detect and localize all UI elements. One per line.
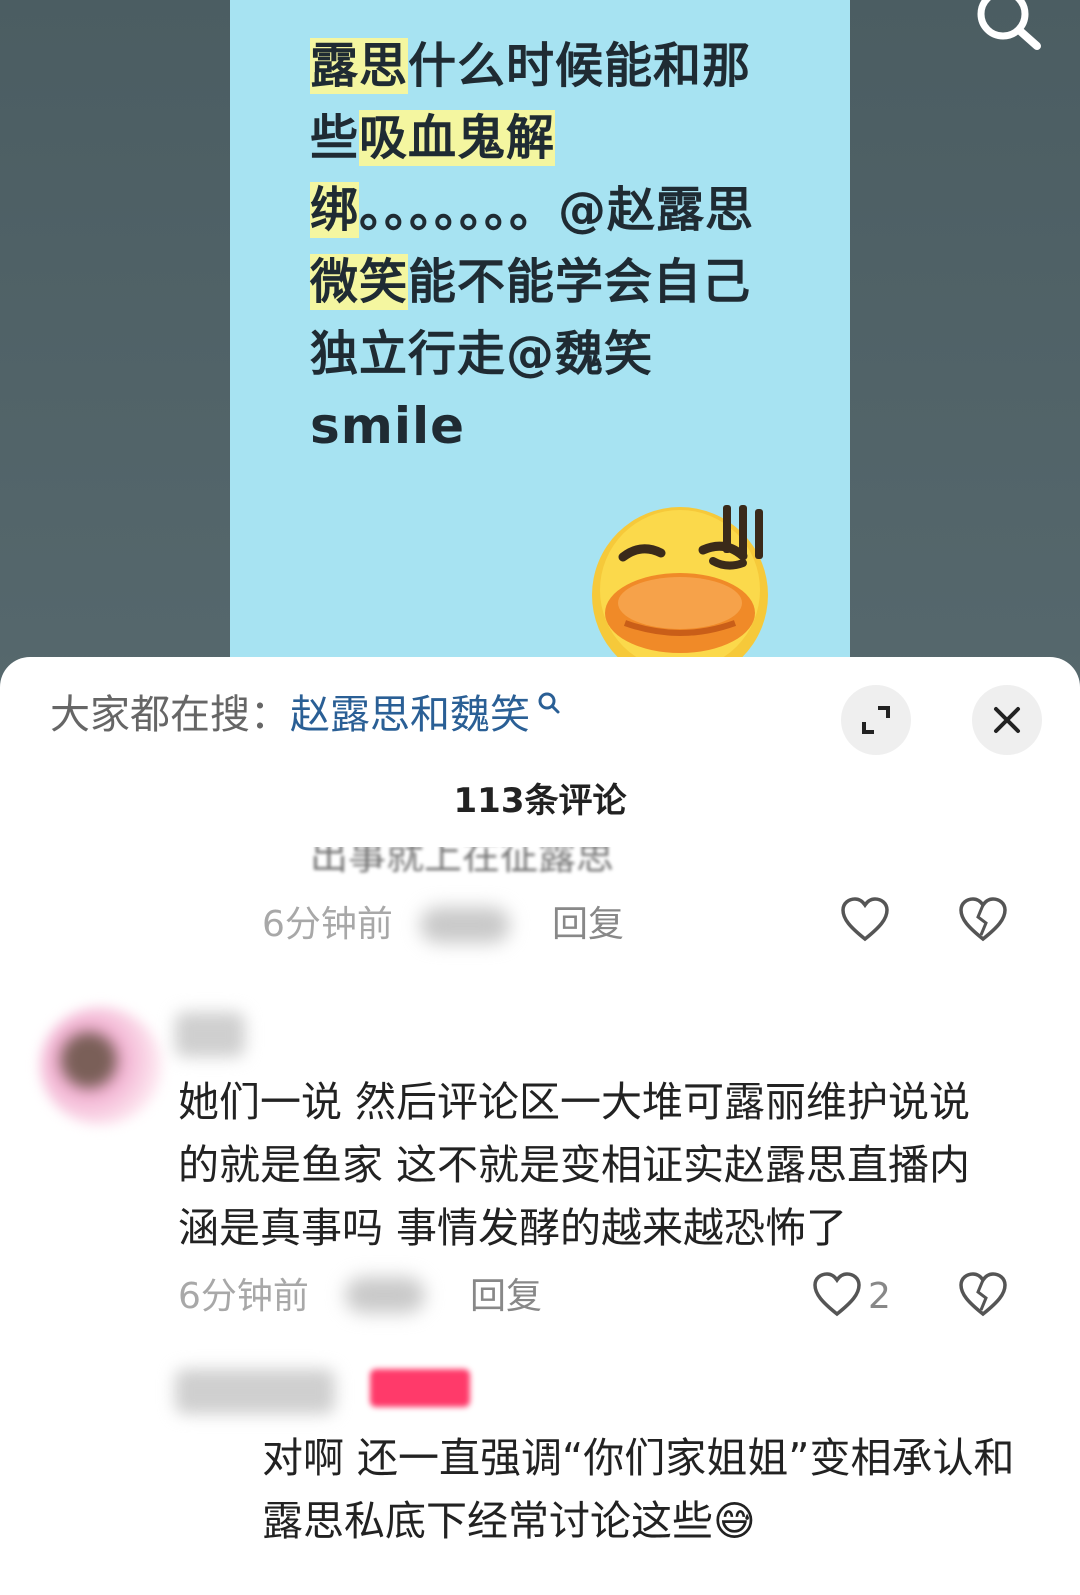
blurred-location <box>345 1277 425 1313</box>
like-icon[interactable] <box>812 1272 862 1318</box>
sweating-duck-emoji <box>592 505 768 675</box>
caption-highlight: 露思 <box>310 38 409 94</box>
reply-button[interactable]: 回复 <box>470 1274 542 1320</box>
suggestion-prefix: 大家都在搜： <box>50 692 290 738</box>
comment-text: 对啊 还一直强调“你们家姐姐”变相承认和露思私底下经常讨论这些😅 <box>262 1434 1015 1545</box>
like-count: 2 <box>868 1276 891 1317</box>
avatar[interactable] <box>40 1007 162 1125</box>
comment-sheet[interactable]: 大家都在搜：赵露思和魏笑 113条评论 出事就上在征露思 6分钟前 回复 她们一… <box>0 657 1080 1595</box>
comment-text: 她们一说 然后评论区一大堆可露丽维护说说的就是鱼家 这不就是变相证实赵露思直播内… <box>178 1078 971 1252</box>
expand-button[interactable] <box>841 685 911 755</box>
search-icon <box>538 692 560 714</box>
comment-time: 6分钟前 <box>178 1276 309 1317</box>
search-suggestion[interactable]: 大家都在搜：赵露思和魏笑 <box>50 685 562 745</box>
close-button[interactable] <box>972 685 1042 755</box>
suggestion-link[interactable]: 赵露思和魏笑 <box>290 692 530 738</box>
username-blurred[interactable] <box>175 1012 245 1057</box>
username-blurred[interactable] <box>175 1369 335 1414</box>
caption-text: smile <box>310 397 466 455</box>
reply-button[interactable]: 回复 <box>552 902 624 948</box>
close-icon <box>994 707 1020 733</box>
dislike-icon[interactable] <box>958 1272 1008 1318</box>
video-caption: 露思什么时候能和那些吸血鬼解绑。。。。。。。@赵露思 微笑能不能学会自己独立行走@… <box>310 30 780 463</box>
caption-text: 。。。。。。。@赵露思 <box>359 182 755 238</box>
dislike-icon[interactable] <box>958 897 1008 943</box>
expand-icon <box>862 706 890 734</box>
comment-count: 113条评论 <box>453 781 627 821</box>
like-icon[interactable] <box>840 897 890 943</box>
video-background[interactable]: 露思什么时候能和那些吸血鬼解绑。。。。。。。@赵露思 微笑能不能学会自己独立行走@… <box>0 0 1080 700</box>
caption-highlight: 微笑 <box>310 254 409 310</box>
blurred-location <box>420 907 510 943</box>
video-frame: 露思什么时候能和那些吸血鬼解绑。。。。。。。@赵露思 微笑能不能学会自己独立行走@… <box>230 0 850 700</box>
comment-time: 6分钟前 <box>262 904 393 945</box>
search-icon[interactable] <box>975 0 1045 52</box>
comment-text-partial: 出事就上在征露思 <box>310 847 615 878</box>
author-badge <box>370 1369 470 1407</box>
